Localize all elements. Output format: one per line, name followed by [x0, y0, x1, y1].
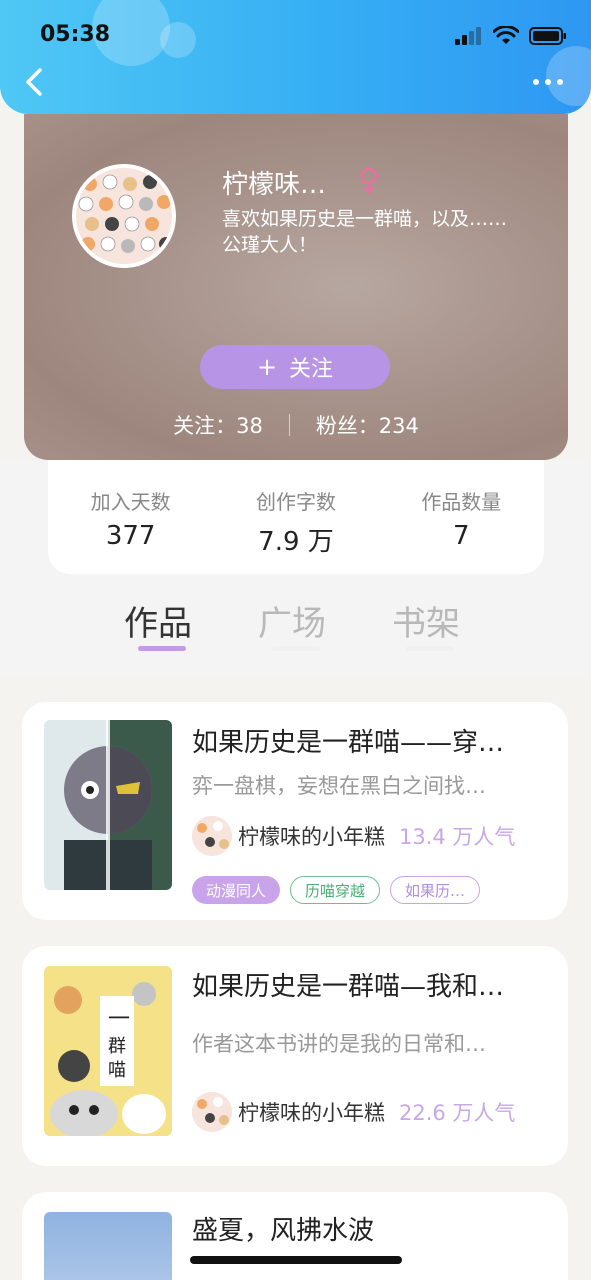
more-options-button[interactable] [531, 72, 565, 92]
tab-bookshelf[interactable]: 书架 [392, 596, 460, 645]
tab-works[interactable]: 作品 [124, 596, 192, 645]
divider [288, 414, 290, 436]
book-cover-art [44, 720, 172, 890]
stat-label: 创作字数 [255, 490, 336, 514]
stat-value: 7 [453, 521, 470, 551]
back-button[interactable] [18, 64, 52, 100]
book-card[interactable]: 一 群 喵 如果历史是一群喵—我和… 作者这本书讲的是我的日常和… 柠檬味的小年… [22, 946, 568, 1166]
book-card[interactable]: 如果历史是一群喵——穿… 弈一盘棋，妄想在黑白之间找… 柠檬味的小年糕 13.4… [22, 702, 568, 920]
book-description: 作者这本书讲的是我的日常和… [192, 1032, 486, 1056]
stats-card: 加入天数 377 创作字数 7.9 万 作品数量 7 [48, 460, 544, 574]
plus-icon: + [256, 353, 278, 381]
fans-count[interactable]: 粉丝：234 [316, 410, 419, 440]
cat-pattern-avatar-image [76, 168, 172, 264]
profile-bio: 喜欢如果历史是一群喵，以及……公瑾大人！ [222, 208, 508, 256]
book-cover-image[interactable] [44, 720, 172, 890]
author-avatar-image [192, 1092, 232, 1132]
profile-header-card: 柠檬味… 喜欢如果历史是一群喵，以及……公瑾大人！ + 关注 关注：38 粉丝：… [24, 114, 568, 460]
tab-square[interactable]: 广场 [258, 596, 326, 645]
tab-works-indicator [138, 646, 186, 651]
following-count[interactable]: 关注：38 [173, 410, 263, 440]
stat-value: 7.9 万 [258, 527, 334, 557]
stat-join-days: 加入天数 377 [56, 486, 206, 574]
female-gender-icon [360, 167, 378, 194]
book-card[interactable]: 盛夏，风拂水波 [22, 1192, 568, 1280]
popularity-count: 13.4 万人气 [399, 825, 516, 849]
book-title[interactable]: 如果历史是一群喵—我和… [192, 966, 552, 1003]
book-title[interactable]: 盛夏，风拂水波 [192, 1210, 552, 1247]
stat-word-count: 创作字数 7.9 万 [221, 486, 371, 574]
stat-value: 377 [105, 521, 156, 551]
status-time: 05:38 [40, 22, 111, 47]
author-avatar [192, 816, 232, 856]
follow-button-label: 关注 [289, 357, 334, 382]
author-name: 柠檬味的小年糕 [238, 1101, 385, 1125]
top-bar: 05:38 [0, 0, 591, 114]
svg-text:一: 一 [108, 1007, 130, 1032]
stat-label: 加入天数 [90, 490, 171, 514]
tag[interactable]: 动漫同人 [192, 876, 281, 904]
svg-text:群: 群 [108, 1036, 126, 1057]
book-description: 弈一盘棋，妄想在黑白之间找… [192, 774, 486, 798]
author-row: 柠檬味的小年糕 13.4 万人气 [192, 816, 515, 856]
book-tags: 动漫同人 历喵穿越 如果历… [192, 876, 481, 904]
popularity-count: 22.6 万人气 [399, 1101, 516, 1125]
author-name: 柠檬味的小年糕 [238, 825, 385, 849]
stat-label: 作品数量 [421, 490, 502, 514]
follow-stats: 关注：38 粉丝：234 [24, 410, 568, 440]
stat-works-count: 作品数量 7 [386, 486, 536, 574]
profile-username: 柠檬味… [222, 170, 327, 200]
user-avatar[interactable] [72, 164, 176, 268]
content-tabs: 作品 广场 书架 [0, 596, 591, 656]
tag[interactable]: 如果历… [390, 876, 481, 904]
book-cover-image[interactable]: 一 群 喵 [44, 966, 172, 1136]
author-avatar [192, 1092, 232, 1132]
author-row: 柠檬味的小年糕 22.6 万人气 [192, 1092, 515, 1132]
status-icons [455, 26, 567, 46]
battery-icon [529, 27, 566, 45]
book-cover-image[interactable] [44, 1212, 172, 1280]
book-title[interactable]: 如果历史是一群喵——穿… [192, 722, 552, 759]
tag[interactable]: 历喵穿越 [290, 876, 381, 904]
home-indicator [190, 1256, 402, 1264]
cellular-signal-icon [455, 27, 481, 45]
decorative-bubble [160, 22, 196, 58]
book-cover-art: 一 群 喵 [44, 966, 172, 1136]
tab-square-indicator [272, 646, 320, 651]
wifi-icon [493, 26, 519, 44]
tab-bookshelf-indicator [406, 646, 454, 651]
follow-button[interactable]: + 关注 [200, 345, 390, 389]
author-avatar-image [192, 816, 232, 856]
svg-text:喵: 喵 [108, 1060, 126, 1081]
